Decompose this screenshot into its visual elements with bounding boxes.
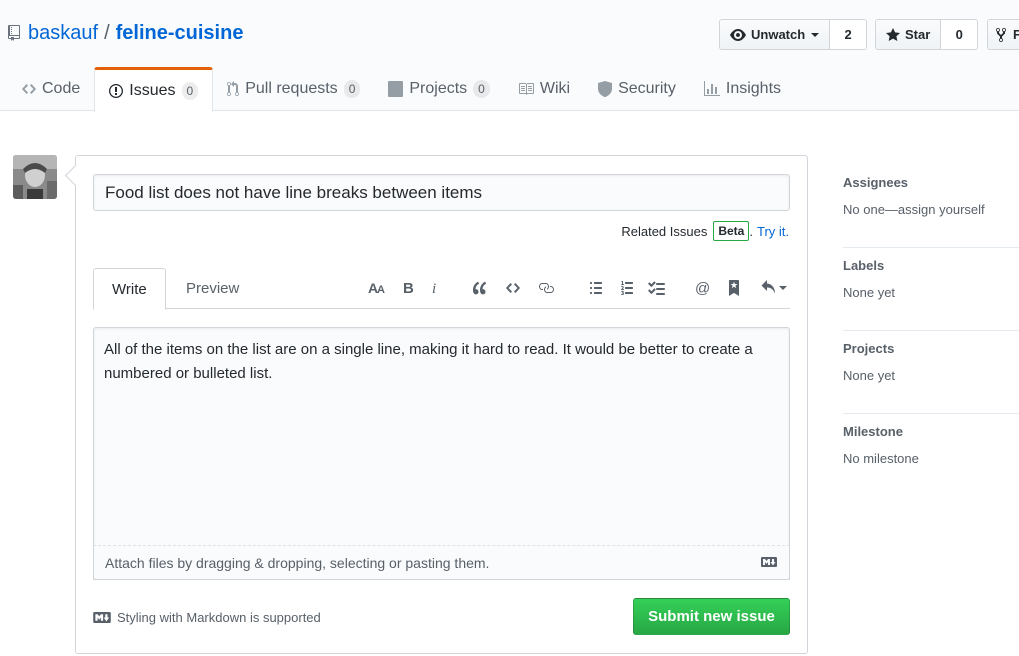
unwatch-label: Unwatch [751, 27, 806, 42]
bookmark-icon[interactable] [723, 276, 745, 300]
sidebar-milestone[interactable]: Milestone No milestone [843, 414, 1019, 497]
fork-label: F [1013, 27, 1019, 42]
markdown-support-label: Styling with Markdown is supported [117, 609, 321, 625]
pull-requests-counter: 0 [343, 80, 361, 98]
tab-wiki[interactable]: Wiki [504, 67, 584, 111]
text-size-icon[interactable]: AA [366, 276, 388, 300]
repo-name-link[interactable]: feline-cuisine [116, 22, 244, 45]
issue-title-input[interactable] [93, 174, 790, 211]
watch-button-group: Unwatch 2 [719, 19, 868, 50]
tab-security[interactable]: Security [584, 67, 690, 111]
star-button-group: Star 0 [875, 19, 979, 50]
chevron-down-icon [778, 286, 787, 290]
sidebar-labels[interactable]: Labels None yet [843, 248, 1019, 331]
star-icon [886, 27, 905, 43]
issues-counter: 0 [181, 82, 199, 100]
projects-heading[interactable]: Projects [843, 341, 894, 356]
markdown-support-note[interactable]: Styling with Markdown is supported [93, 606, 321, 628]
tab-wiki-label: Wiki [539, 80, 571, 97]
italic-icon[interactable]: i [424, 276, 446, 300]
project-icon [388, 81, 409, 97]
link-icon[interactable] [535, 276, 557, 300]
book-icon [518, 81, 540, 97]
repo-owner-link[interactable]: baskauf [28, 22, 98, 45]
projects-value: None yet [843, 368, 896, 383]
repo-path-separator: / [104, 21, 110, 44]
avatar[interactable] [13, 155, 57, 199]
beta-badge: Beta [713, 221, 750, 241]
labels-value: None yet [843, 285, 896, 300]
unwatch-button[interactable]: Unwatch [720, 20, 831, 49]
graph-icon [703, 81, 726, 97]
star-label: Star [905, 27, 931, 42]
milestone-heading[interactable]: Milestone [843, 424, 903, 439]
repo-icon [8, 25, 20, 41]
sidebar-assignees[interactable]: Assignees No one—assign yourself [843, 165, 1019, 248]
file-attachment-zone[interactable]: Attach files by dragging & dropping, sel… [93, 545, 790, 580]
svg-text:A: A [377, 284, 385, 296]
fork-button-group: F [987, 19, 1019, 50]
projects-counter: 0 [473, 80, 490, 98]
issue-opened-icon [109, 83, 129, 99]
related-issues: Related Issues Beta . Try it. [621, 220, 789, 242]
markdown-icon [761, 557, 777, 567]
bold-icon[interactable]: B [397, 276, 419, 300]
try-it-link[interactable]: Try it. [757, 224, 789, 239]
ordered-list-icon[interactable] [616, 276, 638, 300]
fork-icon [996, 27, 1011, 43]
submit-new-issue-button[interactable]: Submit new issue [633, 598, 790, 635]
quote-icon[interactable] [469, 276, 491, 300]
tab-insights-label: Insights [725, 80, 782, 97]
svg-text:B: B [403, 280, 413, 296]
tasklist-icon[interactable] [646, 276, 668, 300]
tab-projects[interactable]: Projects 0 [374, 67, 503, 111]
comment-body-text: All of the items on the list are on a si… [104, 341, 753, 382]
repo-nav: Code Issues 0 Pull requests 0 Projects 0 [0, 67, 795, 112]
related-issues-period: . [749, 223, 753, 239]
star-button[interactable]: Star [876, 20, 942, 49]
sidebar-projects[interactable]: Projects None yet [843, 331, 1019, 414]
milestone-value: No milestone [843, 451, 919, 466]
labels-heading[interactable]: Labels [843, 258, 884, 273]
tab-pull-requests-label: Pull requests [245, 80, 338, 97]
tab-write[interactable]: Write [93, 268, 166, 310]
tab-code[interactable]: Code [0, 67, 94, 111]
tab-projects-label: Projects [409, 80, 468, 97]
shield-icon [598, 81, 618, 97]
unordered-list-icon[interactable] [585, 276, 607, 300]
watchers-count[interactable]: 2 [830, 20, 867, 49]
comment-body-textarea[interactable]: All of the items on the list are on a si… [93, 327, 790, 580]
code-icon[interactable] [502, 276, 524, 300]
markdown-icon [93, 611, 117, 623]
related-issues-label: Related Issues [621, 223, 708, 239]
tab-issues[interactable]: Issues 0 [94, 67, 214, 112]
svg-text:@: @ [695, 280, 710, 296]
code-icon [22, 81, 42, 97]
assignees-value[interactable]: No one—assign yourself [843, 202, 985, 217]
tab-issues-label: Issues [129, 82, 176, 99]
new-issue-form: Related Issues Beta . Try it. Write Prev… [75, 155, 808, 654]
tab-pull-requests[interactable]: Pull requests 0 [213, 67, 374, 111]
issue-sidebar: Assignees No one—assign yourself Labels … [843, 165, 1019, 497]
tab-security-label: Security [618, 80, 676, 97]
eye-icon [730, 27, 751, 43]
reply-icon[interactable] [756, 276, 790, 300]
tab-preview[interactable]: Preview [168, 268, 257, 309]
chevron-down-icon [811, 32, 820, 37]
git-pull-request-icon [227, 81, 245, 97]
svg-text:i: i [432, 281, 436, 296]
repo-header: baskauf / feline-cuisine Unwatch 2 Star … [0, 0, 1019, 112]
tab-code-label: Code [42, 80, 81, 97]
mention-icon[interactable]: @ [692, 276, 714, 300]
tab-insights[interactable]: Insights [690, 67, 795, 111]
fork-button[interactable]: F [988, 20, 1019, 49]
stargazers-count[interactable]: 0 [941, 20, 978, 49]
repo-title: baskauf / feline-cuisine [8, 20, 243, 46]
assignees-heading[interactable]: Assignees [843, 175, 908, 190]
attach-files-text: Attach files by dragging & dropping, sel… [105, 554, 490, 571]
